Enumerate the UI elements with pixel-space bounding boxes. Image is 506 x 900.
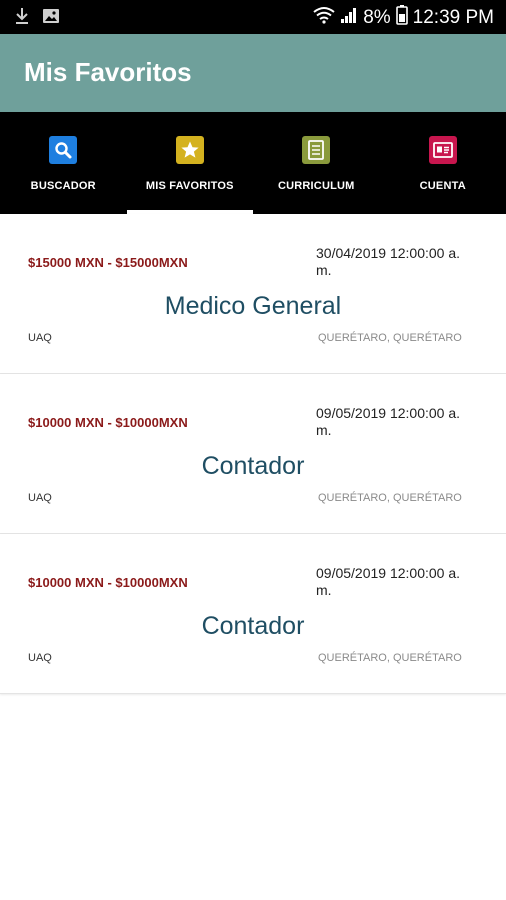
favorites-list: $15000 MXN - $15000MXN 30/04/2019 12:00:…: [0, 214, 506, 694]
posted-date-line2: m.: [316, 582, 332, 598]
company-name: UAQ: [28, 332, 52, 344]
tab-curriculum[interactable]: CURRICULUM: [253, 112, 380, 214]
wifi-icon: [313, 6, 335, 30]
job-title: Contador: [201, 452, 305, 480]
job-location: QUERÉTARO, QUERÉTARO: [318, 332, 462, 344]
salary-range: $15000 MXN - $15000MXN: [28, 255, 188, 270]
job-location: QUERÉTARO, QUERÉTARO: [318, 492, 462, 504]
posted-date-line2: m.: [316, 262, 332, 278]
favorite-card[interactable]: $15000 MXN - $15000MXN 30/04/2019 12:00:…: [0, 214, 506, 374]
tab-cuenta[interactable]: CUENTA: [380, 112, 506, 214]
status-time: 12:39 PM: [412, 7, 494, 28]
job-location: QUERÉTARO, QUERÉTARO: [318, 652, 462, 664]
battery-icon: [395, 5, 408, 31]
tab-buscador[interactable]: BUSCADOR: [0, 112, 127, 214]
id-card-icon: [428, 136, 457, 164]
tab-label: MIS FAVORITOS: [145, 180, 234, 192]
battery-percent: 8%: [363, 7, 391, 28]
company-name: UAQ: [28, 652, 52, 664]
document-icon: [302, 136, 331, 164]
salary-range: $10000 MXN - $10000MXN: [28, 575, 188, 590]
posted-date-line1: 09/05/2019 12:00:00 a.: [316, 565, 461, 581]
star-icon: [175, 136, 204, 164]
status-bar: 8% 12:39 PM: [0, 0, 506, 34]
posted-date: 09/05/2019 12:00:00 a. m.: [316, 405, 486, 439]
posted-date-line1: 30/04/2019 12:00:00 a.: [316, 245, 461, 261]
page-title: Mis Favoritos: [24, 57, 192, 87]
job-title: Contador: [201, 612, 305, 640]
salary-range: $10000 MXN - $10000MXN: [28, 415, 188, 430]
download-icon: [14, 7, 30, 30]
posted-date-line1: 09/05/2019 12:00:00 a.: [316, 405, 461, 421]
tab-bar: BUSCADOR MIS FAVORITOS CURRICULUM CUENTA: [0, 112, 506, 214]
posted-date-line2: m.: [316, 422, 332, 438]
image-icon: [42, 7, 60, 30]
favorite-card[interactable]: $10000 MXN - $10000MXN 09/05/2019 12:00:…: [0, 534, 506, 694]
app-bar: Mis Favoritos: [0, 34, 506, 112]
job-title: Medico General: [164, 292, 342, 320]
tab-label: CURRICULUM: [277, 180, 355, 192]
tab-label: BUSCADOR: [30, 180, 96, 192]
posted-date: 09/05/2019 12:00:00 a. m.: [316, 565, 486, 599]
tab-mis-favoritos[interactable]: MIS FAVORITOS: [126, 112, 253, 214]
favorite-card[interactable]: $10000 MXN - $10000MXN 09/05/2019 12:00:…: [0, 374, 506, 534]
search-icon: [49, 136, 78, 164]
tab-label: CUENTA: [419, 180, 466, 192]
company-name: UAQ: [28, 492, 52, 504]
signal-icon: [340, 6, 358, 30]
posted-date: 30/04/2019 12:00:00 a. m.: [316, 245, 486, 279]
